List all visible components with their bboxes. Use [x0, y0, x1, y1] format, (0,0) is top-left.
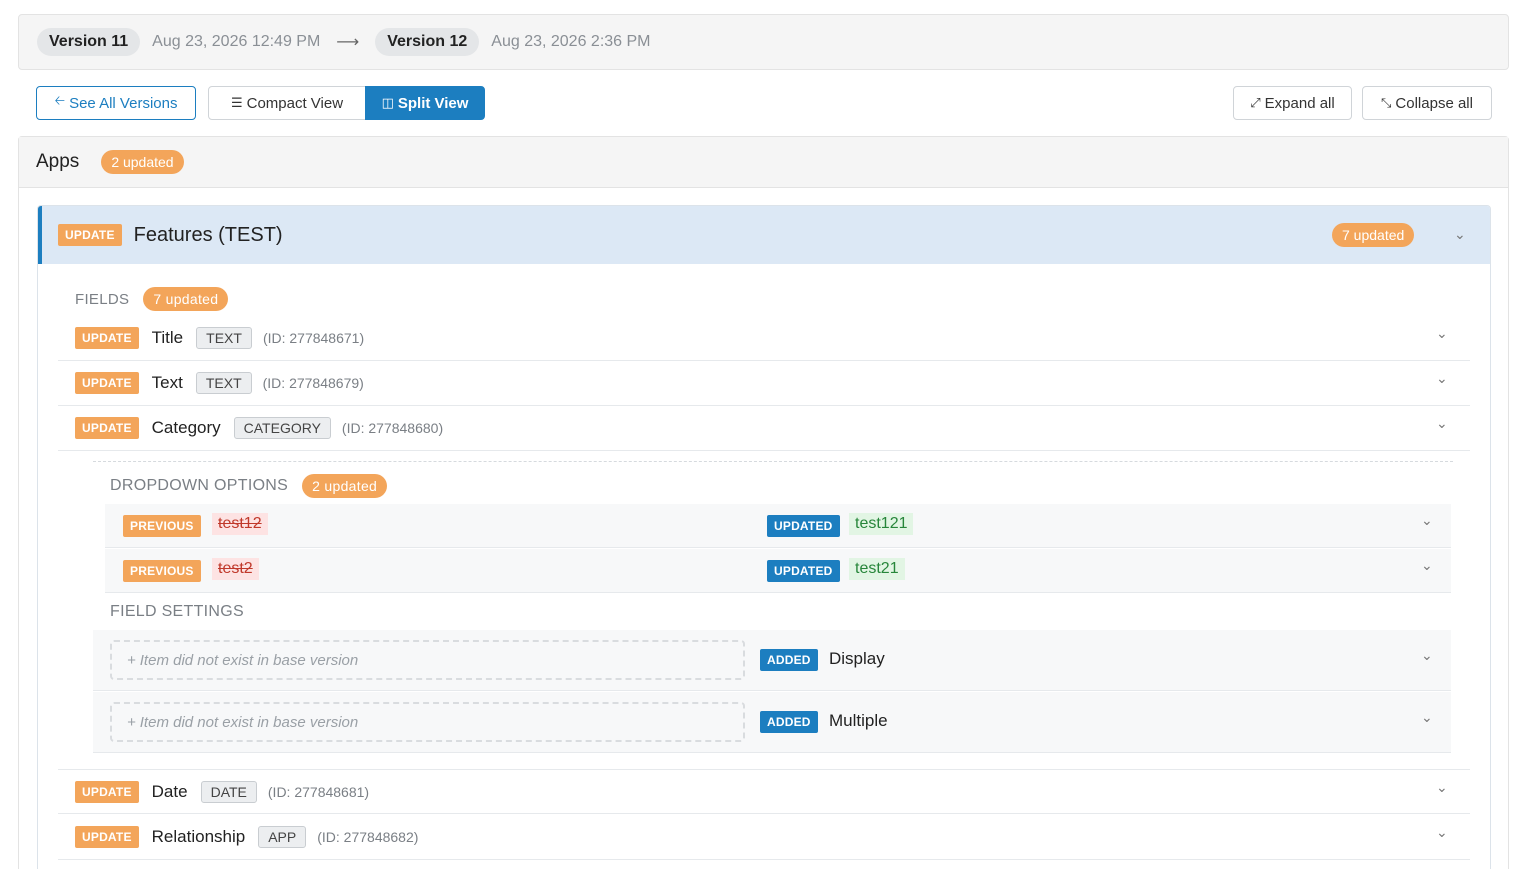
chevron-down-icon[interactable]: ⌄: [1421, 557, 1433, 574]
missing-base-placeholder: + Item did not exist in base version: [110, 702, 745, 742]
old-value: test12: [212, 513, 268, 535]
field-row[interactable]: UPDATE Category CATEGORY (ID: 277848680)…: [58, 406, 1470, 451]
added-tag: ADDED: [760, 649, 818, 671]
field-settings-label: FIELD SETTINGS: [110, 603, 244, 620]
fields-count-badge: 7 updated: [143, 287, 229, 311]
fields-label: FIELDS: [75, 290, 130, 308]
field-update-tag: UPDATE: [75, 327, 139, 349]
field-name: Date: [151, 781, 188, 801]
feature-title: Features (TEST): [133, 223, 283, 246]
see-all-versions-button[interactable]: 🡠 See All Versions: [36, 86, 196, 120]
chevron-down-icon[interactable]: ⌄: [1436, 370, 1448, 387]
dropdown-option-row[interactable]: PREVIOUS test12 UPDATED test121 ⌄: [105, 504, 1451, 548]
split-view-button[interactable]: ◫ Split View: [365, 86, 485, 120]
field-id: (ID: 277848671): [262, 330, 365, 346]
old-value: test2: [212, 558, 259, 580]
base-version-date: Aug 23, 2026 12:49 PM: [152, 33, 321, 50]
field-type-chip: TEXT: [195, 372, 252, 394]
missing-base-placeholder: + Item did not exist in base version: [110, 640, 745, 680]
see-all-versions-label: See All Versions: [69, 94, 178, 112]
field-name: Relationship: [151, 827, 246, 846]
field-id: (ID: 277848682): [317, 829, 419, 845]
setting-name: Multiple: [829, 711, 888, 730]
apps-panel: Apps 2 updated UPDATE Features (TEST) 7 …: [18, 136, 1509, 869]
collapse-all-button[interactable]: ⤡ Collapse all: [1362, 86, 1492, 120]
list-icon: ☰: [230, 95, 243, 110]
field-type-chip: DATE: [200, 780, 257, 803]
base-version-pill: Version 11: [37, 28, 141, 56]
feature-card: UPDATE Features (TEST) 7 updated ⌄ FIELD…: [37, 205, 1491, 869]
chevron-down-icon[interactable]: ⌄: [1436, 325, 1448, 342]
field-row[interactable]: UPDATE Date DATE (ID: 277848681) ⌄: [58, 769, 1470, 814]
field-name: Text: [151, 373, 183, 392]
field-id: (ID: 277848679): [262, 375, 364, 391]
dropdown-option-row[interactable]: PREVIOUS test2 UPDATED test21 ⌄: [105, 549, 1451, 593]
target-version-date: Aug 23, 2026 2:36 PM: [491, 33, 651, 50]
field-row[interactable]: UPDATE Relationship APP (ID: 277848682) …: [58, 815, 1470, 860]
updated-tag: UPDATED: [767, 515, 840, 537]
collapse-icon: ⤡: [1381, 95, 1392, 110]
chevron-down-icon[interactable]: ⌄: [1436, 779, 1448, 796]
chevron-down-icon[interactable]: ⌄: [1421, 512, 1433, 529]
previous-tag: PREVIOUS: [123, 560, 201, 582]
plus-icon: +: [127, 713, 136, 731]
placeholder-text: Item did not exist in base version: [139, 713, 359, 731]
category-details: DROPDOWN OPTIONS 2 updated PREVIOUS test…: [93, 461, 1453, 753]
chevron-down-icon[interactable]: ⌄: [1436, 415, 1448, 432]
field-type-chip: APP: [258, 826, 307, 848]
toolbar: 🡠 See All Versions ☰ Compact View ◫ Spli…: [36, 86, 1492, 120]
expand-icon: ⤢: [1250, 95, 1261, 110]
dropdown-options-label: DROPDOWN OPTIONS: [110, 477, 289, 494]
fields-section-label: FIELDS 7 updated: [75, 287, 229, 311]
chevron-down-icon[interactable]: ⌄: [1421, 709, 1433, 726]
collapse-all-label: Collapse all: [1395, 94, 1473, 112]
added-tag: ADDED: [760, 711, 818, 733]
plus-icon: +: [127, 651, 136, 669]
arrow-left-icon: 🡠: [54, 93, 66, 108]
apps-title: Apps: [36, 151, 80, 172]
field-setting-row[interactable]: + Item did not exist in base version ADD…: [93, 630, 1451, 691]
field-row[interactable]: UPDATE Title TEXT (ID: 277848671) ⌄: [58, 316, 1470, 361]
dropdown-count-badge: 2 updated: [302, 474, 388, 498]
field-update-tag: UPDATE: [75, 826, 139, 848]
feature-header[interactable]: UPDATE Features (TEST) 7 updated ⌄: [38, 206, 1490, 264]
field-update-tag: UPDATE: [75, 780, 139, 803]
field-name: Title: [151, 328, 184, 347]
setting-name: Display: [829, 649, 885, 668]
field-name: Category: [151, 418, 221, 437]
columns-icon: ◫: [381, 95, 394, 110]
apps-header: Apps 2 updated: [19, 137, 1508, 188]
field-update-tag: UPDATE: [75, 417, 139, 439]
new-value: test21: [849, 558, 905, 580]
version-bar: Version 11 Aug 23, 2026 12:49 PM ⟶ Versi…: [18, 14, 1509, 70]
expand-all-button[interactable]: ⤢ Expand all: [1233, 86, 1352, 120]
field-type-chip: TEXT: [196, 327, 252, 349]
field-id: (ID: 277848681): [267, 783, 370, 800]
field-type-chip: CATEGORY: [233, 417, 331, 439]
split-view-label: Split View: [397, 94, 469, 112]
compact-view-label: Compact View: [246, 94, 344, 112]
field-settings-section: FIELD SETTINGS: [110, 603, 244, 621]
expand-all-label: Expand all: [1264, 94, 1335, 112]
placeholder-text: Item did not exist in base version: [139, 651, 359, 669]
updated-tag: UPDATED: [767, 560, 840, 582]
compact-view-button[interactable]: ☰ Compact View: [208, 86, 366, 120]
field-update-tag: UPDATE: [75, 372, 139, 394]
field-setting-row[interactable]: + Item did not exist in base version ADD…: [93, 692, 1451, 753]
apps-count-badge: 2 updated: [101, 150, 184, 174]
feature-count-badge: 7 updated: [1332, 223, 1415, 247]
feature-update-tag: UPDATE: [58, 224, 122, 246]
chevron-down-icon[interactable]: ⌄: [1454, 226, 1466, 243]
chevron-down-icon[interactable]: ⌄: [1436, 824, 1448, 841]
target-version-pill: Version 12: [375, 28, 480, 56]
chevron-down-icon[interactable]: ⌄: [1421, 647, 1433, 664]
dropdown-options-section: DROPDOWN OPTIONS 2 updated: [110, 474, 388, 498]
field-row[interactable]: UPDATE Text TEXT (ID: 277848679) ⌄: [58, 361, 1470, 406]
new-value: test121: [849, 513, 914, 535]
previous-tag: PREVIOUS: [123, 515, 201, 537]
field-id: (ID: 277848680): [341, 420, 444, 436]
arrow-right-icon: ⟶: [336, 34, 360, 51]
